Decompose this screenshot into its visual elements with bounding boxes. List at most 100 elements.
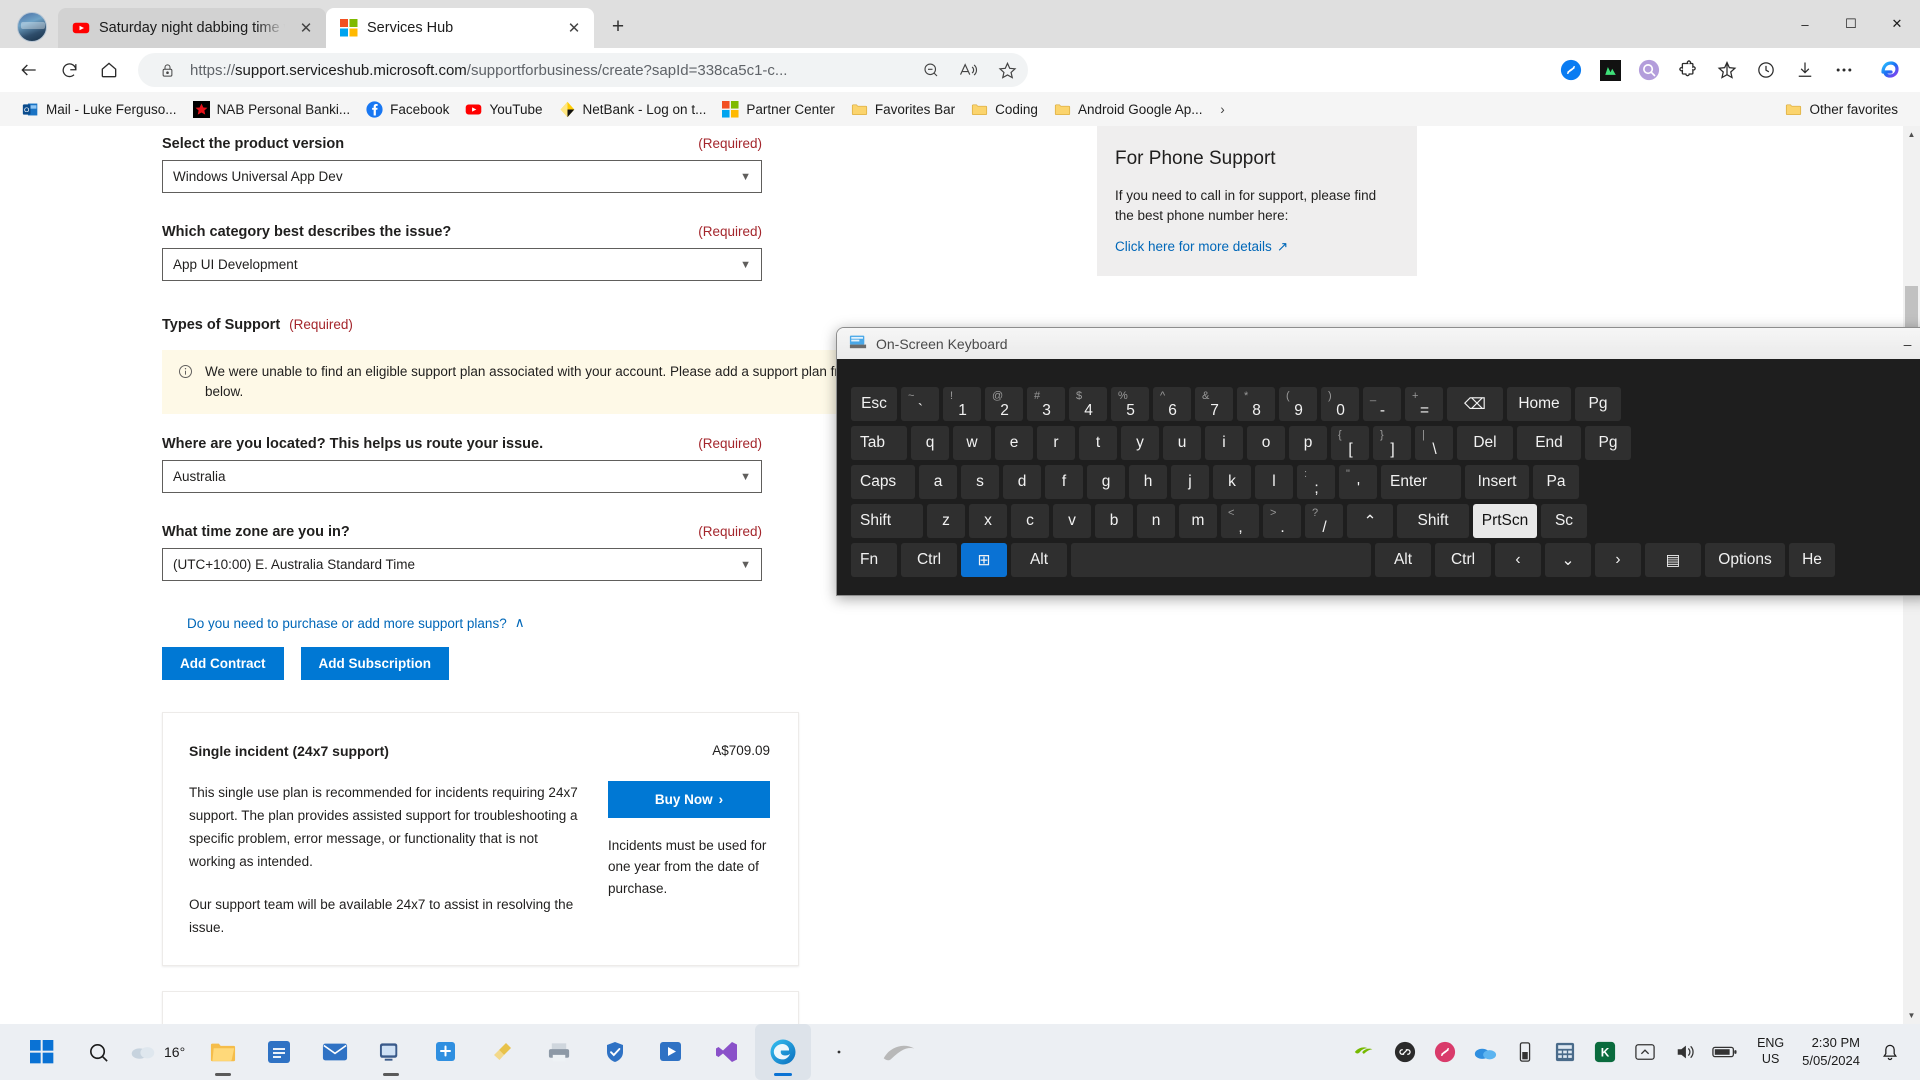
osk-key-p[interactable]: p <box>1289 426 1327 460</box>
file-explorer-icon[interactable] <box>195 1024 251 1080</box>
osk-key-tab[interactable]: Tab <box>851 426 907 460</box>
buy-now-button[interactable]: Buy Now › <box>608 780 770 818</box>
favorites-overflow-chevron-icon[interactable]: › <box>1211 102 1235 117</box>
favorite-youtube[interactable]: YouTube <box>457 98 550 121</box>
mail-icon[interactable] <box>307 1024 363 1080</box>
back-arrow-icon[interactable] <box>10 53 48 87</box>
osk-key-[interactable]: + = <box>1405 387 1443 421</box>
osk-key-[interactable]: <, <box>1221 504 1259 538</box>
osk-key-[interactable]: :; <box>1297 465 1335 499</box>
address-bar[interactable]: https://support.serviceshub.microsoft.co… <box>138 53 1028 87</box>
search-extension-icon[interactable] <box>1630 53 1668 87</box>
notification-icon[interactable] <box>1870 1024 1910 1080</box>
phone-support-link[interactable]: Click here for more details ↗ <box>1115 239 1288 255</box>
osk-key-8[interactable]: * 8 <box>1237 387 1275 421</box>
osk-key-caps[interactable]: Caps <box>851 465 915 499</box>
osk-minimize-button[interactable]: – <box>1885 328 1920 359</box>
osk-key-4[interactable]: $4 <box>1069 387 1107 421</box>
osk-key-[interactable]: ⌫ <box>1447 387 1503 421</box>
osk-key-z[interactable]: z <box>927 504 965 538</box>
favorite-folder-favorites-bar[interactable]: Favorites Bar <box>843 98 963 121</box>
osk-key-pa[interactable]: Pa <box>1533 465 1579 499</box>
search-icon[interactable] <box>70 1024 126 1080</box>
osk-key-g[interactable]: g <box>1087 465 1125 499</box>
copilot-icon[interactable] <box>1870 53 1910 87</box>
purchase-plans-expander[interactable]: Do you need to purchase or add more supp… <box>187 615 525 631</box>
shazam-icon[interactable] <box>1425 1024 1465 1080</box>
osk-key-insert[interactable]: Insert <box>1465 465 1529 499</box>
calculator-icon[interactable] <box>1545 1024 1585 1080</box>
read-aloud-icon[interactable] <box>954 56 984 84</box>
osk-key-sc[interactable]: Sc <box>1541 504 1587 538</box>
profile-button[interactable] <box>10 10 54 44</box>
weather-widget[interactable]: 16° <box>126 1040 195 1065</box>
osk-key-[interactable]: >. <box>1263 504 1301 538</box>
close-icon[interactable]: ✕ <box>562 16 586 40</box>
osk-key-[interactable]: ⌃ <box>1347 504 1393 538</box>
osk-key-t[interactable]: t <box>1079 426 1117 460</box>
zoom-out-icon[interactable] <box>916 56 946 84</box>
osk-key-7[interactable]: & 7 <box>1195 387 1233 421</box>
favorite-mail[interactable]: O Mail - Luke Ferguso... <box>14 98 185 121</box>
osk-key-esc[interactable]: Esc <box>851 387 897 421</box>
osk-key-[interactable]: }] <box>1373 426 1411 460</box>
favorite-partner-center[interactable]: Partner Center <box>714 98 843 121</box>
category-select[interactable]: App UI Development ▼ <box>162 248 762 281</box>
osk-key-9[interactable]: (9 <box>1279 387 1317 421</box>
osk-key-2[interactable]: @2 <box>985 387 1023 421</box>
osk-key-f[interactable]: f <box>1045 465 1083 499</box>
osk-key-space[interactable] <box>1071 543 1371 577</box>
osk-key-d[interactable]: d <box>1003 465 1041 499</box>
tab-youtube[interactable]: Saturday night dabbing time wit ✕ <box>58 8 326 48</box>
add-subscription-button[interactable]: Add Subscription <box>300 646 449 680</box>
collections-icon[interactable] <box>1708 53 1746 87</box>
osk-key-pg[interactable]: Pg <box>1585 426 1631 460</box>
osk-key-shift[interactable]: Shift <box>851 504 923 538</box>
osk-key-j[interactable]: j <box>1171 465 1209 499</box>
osk-key-home[interactable]: Home <box>1507 387 1571 421</box>
media-player-icon[interactable] <box>643 1024 699 1080</box>
osk-key-end[interactable]: End <box>1517 426 1581 460</box>
osk-key-a[interactable]: a <box>919 465 957 499</box>
language-indicator[interactable]: ENG US <box>1745 1036 1796 1067</box>
osk-key-b[interactable]: b <box>1095 504 1133 538</box>
osk-key-ctrl[interactable]: Ctrl <box>1435 543 1491 577</box>
favorite-netbank[interactable]: NetBank - Log on t... <box>551 98 715 121</box>
osk-key-l[interactable]: l <box>1255 465 1293 499</box>
osk-key-[interactable]: " ' <box>1339 465 1377 499</box>
start-icon[interactable] <box>14 1024 70 1080</box>
battery-app-icon[interactable] <box>1505 1024 1545 1080</box>
location-select[interactable]: Australia ▼ <box>162 460 762 494</box>
link-icon[interactable] <box>1385 1024 1425 1080</box>
osk-key-5[interactable]: % 5 <box>1111 387 1149 421</box>
security-shield-icon[interactable] <box>587 1024 643 1080</box>
osk-key-1[interactable]: ! 1 <box>943 387 981 421</box>
extension-dark-icon[interactable] <box>1591 53 1629 87</box>
osk-key-v[interactable]: v <box>1053 504 1091 538</box>
favorite-star-icon[interactable] <box>992 56 1022 84</box>
favorite-nab[interactable]: NAB Personal Banki... <box>185 98 359 121</box>
osk-key-s[interactable]: s <box>961 465 999 499</box>
osk-key-he[interactable]: He <box>1789 543 1835 577</box>
osk-key-[interactable]: ~ ` <box>901 387 939 421</box>
osk-key-[interactable]: › <box>1595 543 1641 577</box>
osk-key-alt[interactable]: Alt <box>1375 543 1431 577</box>
product-version-select[interactable]: Windows Universal App Dev ▼ <box>162 160 762 193</box>
settings-more-icon[interactable] <box>1825 53 1863 87</box>
osk-key-fn[interactable]: Fn <box>851 543 897 577</box>
more-icon[interactable] <box>811 1024 867 1080</box>
shazam-icon[interactable] <box>1552 53 1590 87</box>
osk-key-w[interactable]: w <box>953 426 991 460</box>
osk-key-m[interactable]: m <box>1179 504 1217 538</box>
osk-key-x[interactable]: x <box>969 504 1007 538</box>
osk-key-[interactable]: _ - <box>1363 387 1401 421</box>
minimize-button[interactable]: – <box>1782 0 1828 48</box>
osk-key-[interactable]: | \ <box>1415 426 1453 460</box>
osk-key-e[interactable]: e <box>995 426 1033 460</box>
favorite-facebook[interactable]: Facebook <box>358 98 457 121</box>
close-icon[interactable]: ✕ <box>294 16 318 40</box>
add-app-icon[interactable] <box>419 1024 475 1080</box>
osk-key-c[interactable]: c <box>1011 504 1049 538</box>
edge-icon[interactable] <box>755 1024 812 1080</box>
osk-key-[interactable]: ⌄ <box>1545 543 1591 577</box>
